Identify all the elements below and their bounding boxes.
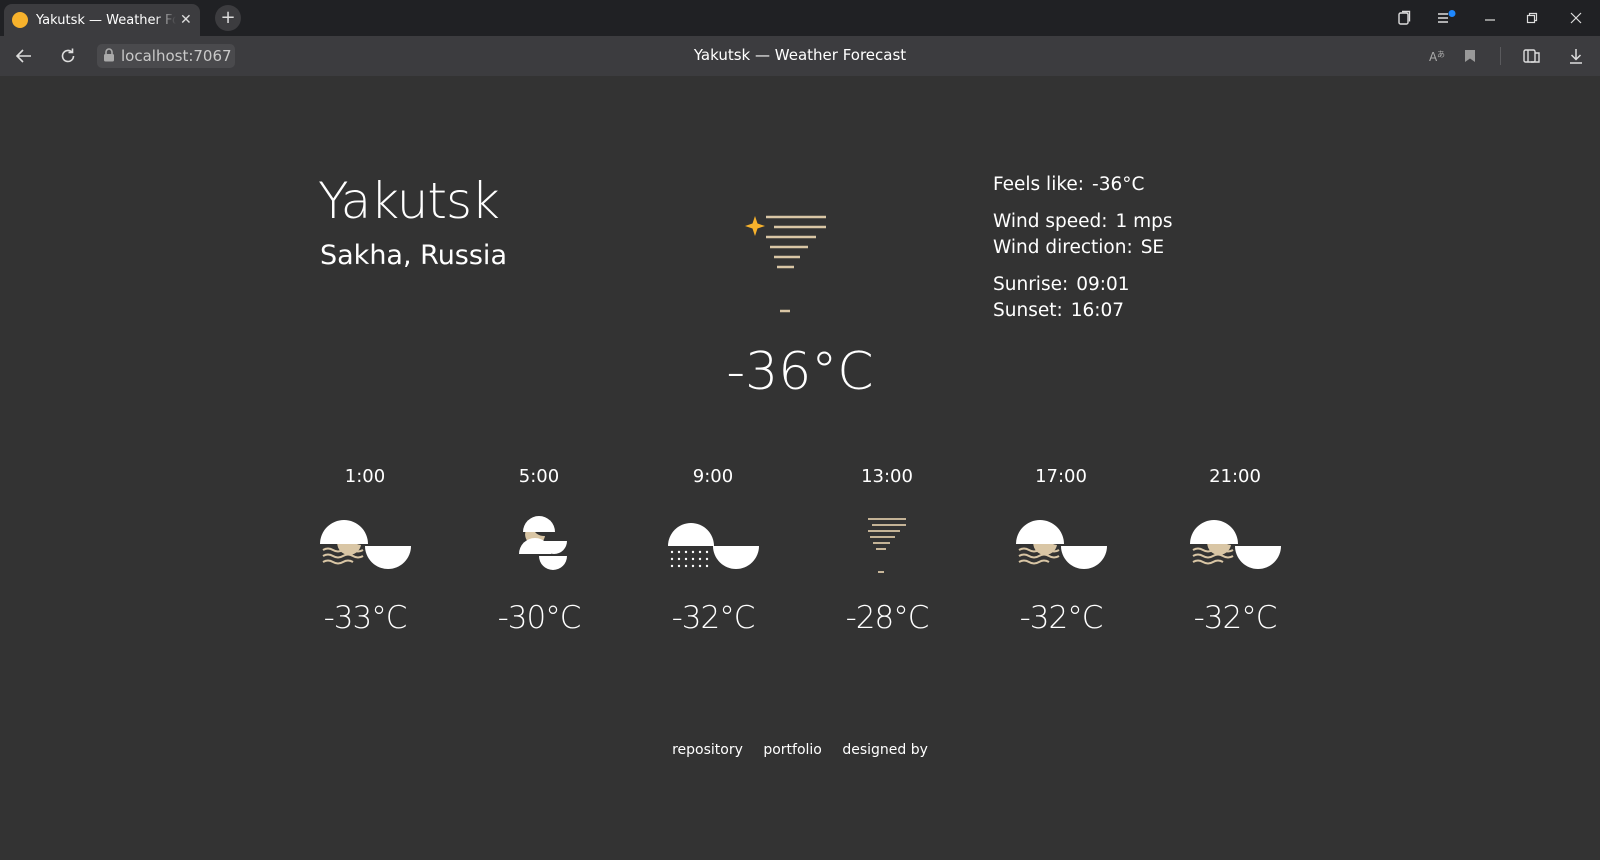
feels-like-row: Feels like: -36°C bbox=[993, 174, 1144, 195]
collections-icon[interactable] bbox=[1386, 0, 1422, 36]
wind-direction-label: Wind direction: bbox=[993, 237, 1133, 258]
city-name: Yakutsk bbox=[318, 172, 500, 230]
designed-by-link[interactable]: designed by bbox=[842, 742, 928, 758]
hour-time: 21:00 bbox=[1209, 466, 1261, 487]
reading-list-icon[interactable] bbox=[1428, 0, 1464, 36]
repository-link[interactable]: repository bbox=[672, 742, 743, 758]
wind-speed-value: 1 mps bbox=[1115, 211, 1173, 232]
region-name: Sakha, Russia bbox=[320, 240, 507, 271]
minimize-icon[interactable] bbox=[1472, 0, 1508, 36]
favicon-icon bbox=[12, 12, 28, 28]
hour-temperature: -28°C bbox=[845, 600, 930, 636]
tab-close-icon[interactable]: ✕ bbox=[180, 13, 192, 27]
tab-title: Yakutsk — Weather Forecast bbox=[36, 12, 176, 28]
read-aloud-icon[interactable]: Aあ bbox=[1426, 44, 1450, 68]
snow-cloud-icon bbox=[653, 514, 773, 584]
portfolio-link[interactable]: portfolio bbox=[763, 742, 822, 758]
sunset-value: 16:07 bbox=[1070, 300, 1125, 321]
page-title: Yakutsk — Weather Forecast bbox=[693, 46, 907, 64]
moon-fog-cloud-icon bbox=[1175, 514, 1295, 584]
hour-time: 17:00 bbox=[1035, 466, 1087, 487]
hour-time: 5:00 bbox=[518, 466, 560, 487]
hour-time: 9:00 bbox=[692, 466, 734, 487]
toolbar-divider bbox=[1500, 47, 1501, 65]
moon-cloud-icon bbox=[479, 514, 599, 584]
feels-like-value: -36°C bbox=[1092, 174, 1145, 195]
wind-direction-row: Wind direction: SE bbox=[993, 237, 1164, 258]
hour-temperature: -32°C bbox=[1019, 600, 1104, 636]
sunset-row: Sunset: 16:07 bbox=[993, 300, 1124, 321]
hour-time: 13:00 bbox=[861, 466, 913, 487]
current-temperature: -36°C bbox=[726, 342, 874, 402]
hour-time: 1:00 bbox=[344, 466, 386, 487]
bookmark-icon[interactable] bbox=[1458, 44, 1482, 68]
sunrise-label: Sunrise: bbox=[993, 274, 1069, 295]
hour-temperature: -33°C bbox=[323, 600, 408, 636]
sunset-label: Sunset: bbox=[993, 300, 1063, 321]
moon-fog-cloud-icon bbox=[305, 514, 425, 584]
haze-icon bbox=[827, 514, 947, 584]
hour-temperature: -30°C bbox=[497, 600, 582, 636]
close-window-icon[interactable] bbox=[1558, 0, 1594, 36]
extensions-icon[interactable] bbox=[1520, 44, 1544, 68]
wind-speed-row: Wind speed: 1 mps bbox=[993, 211, 1173, 232]
browser-tab-bar: Yakutsk — Weather Forecast ✕ + bbox=[0, 0, 1600, 36]
browser-tab[interactable]: Yakutsk — Weather Forecast ✕ bbox=[4, 4, 200, 36]
new-tab-button[interactable]: + bbox=[215, 5, 241, 31]
hour-temperature: -32°C bbox=[1193, 600, 1278, 636]
wind-direction-value: SE bbox=[1140, 237, 1165, 258]
sunrise-row: Sunrise: 09:01 bbox=[993, 274, 1130, 295]
feels-like-label: Feels like: bbox=[993, 174, 1085, 195]
wind-speed-label: Wind speed: bbox=[993, 211, 1108, 232]
sun-haze-icon bbox=[738, 208, 834, 320]
hour-temperature: -32°C bbox=[671, 600, 756, 636]
download-icon[interactable] bbox=[1564, 44, 1588, 68]
svg-text:あ: あ bbox=[1437, 50, 1445, 59]
moon-fog-cloud-icon bbox=[1001, 514, 1121, 584]
sunrise-value: 09:01 bbox=[1076, 274, 1130, 295]
restore-icon[interactable] bbox=[1514, 0, 1550, 36]
footer: repository portfolio designed by bbox=[0, 742, 1600, 758]
